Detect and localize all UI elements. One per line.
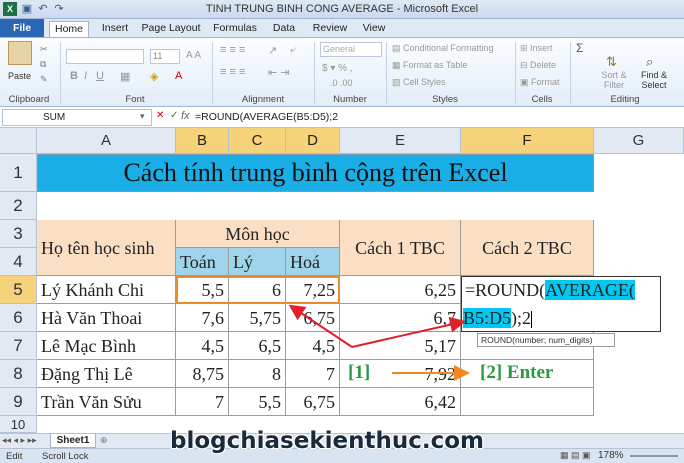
insert-sheet-icon[interactable]: ⊕ — [100, 435, 108, 446]
sheet-tab-sheet1[interactable]: Sheet1 — [50, 434, 96, 448]
sheet-nav-icon[interactable]: ◂◂ ◂ ▸ ▸▸ — [2, 435, 37, 446]
arrow-to-range — [288, 304, 353, 348]
arrow-to-formula — [351, 316, 466, 348]
status-mode: Edit — [6, 451, 23, 462]
status-zoom[interactable]: 178% — [598, 450, 624, 461]
annotation-arrows — [288, 304, 470, 381]
annotation-step-2: [2] Enter — [480, 362, 554, 383]
view-mode-icons[interactable]: ▦ ▤ ▣ — [560, 450, 591, 461]
status-scroll-lock: Scroll Lock — [42, 451, 89, 462]
zoom-slider[interactable] — [630, 455, 678, 457]
annotation-step-1: [1] — [348, 362, 371, 383]
watermark: blogchiasekienthuc.com — [170, 428, 484, 454]
